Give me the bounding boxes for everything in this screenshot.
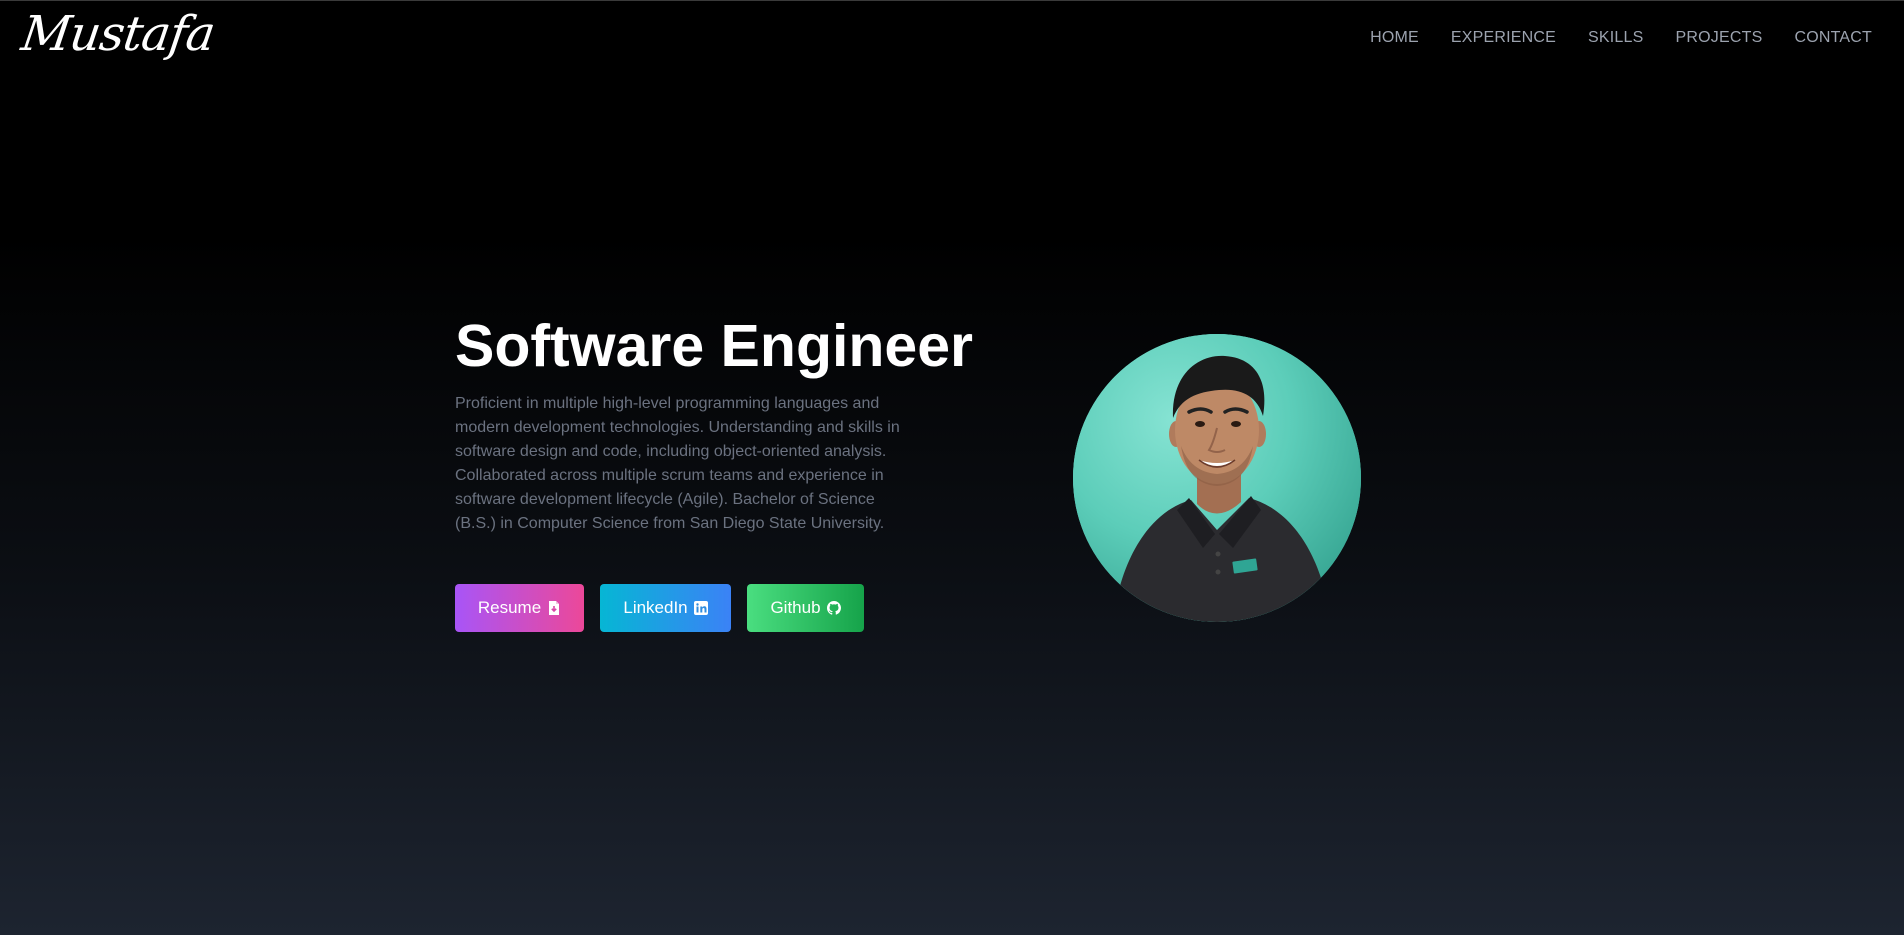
- resume-button[interactable]: Resume: [455, 584, 584, 632]
- profile-photo: [1073, 334, 1361, 622]
- top-border: [0, 0, 1904, 1]
- nav-projects-link[interactable]: PROJECTS: [1676, 29, 1763, 47]
- file-download-icon: [547, 601, 561, 615]
- site-logo[interactable]: Mustafa: [18, 6, 218, 62]
- hero-title: Software Engineer: [455, 313, 974, 379]
- hero-description: Proficient in multiple high-level progra…: [455, 395, 900, 532]
- github-button[interactable]: Github: [747, 584, 864, 632]
- nav-experience-link[interactable]: EXPERIENCE: [1451, 29, 1556, 47]
- linkedin-button-label: LinkedIn: [623, 598, 688, 617]
- nav-home-link[interactable]: HOME: [1370, 29, 1419, 47]
- profile-photo-illustration: [1073, 334, 1361, 622]
- main-nav: HOME EXPERIENCE SKILLS PROJECTS CONTACT: [1370, 29, 1872, 47]
- hero-buttons: Resume LinkedIn Github: [455, 584, 864, 632]
- github-icon: [826, 601, 841, 615]
- resume-button-label: Resume: [477, 598, 542, 617]
- nav-contact-link[interactable]: CONTACT: [1794, 29, 1872, 47]
- linkedin-button[interactable]: LinkedIn: [600, 584, 731, 632]
- linkedin-icon: [693, 601, 708, 615]
- github-button-label: Github: [770, 598, 821, 617]
- nav-skills-link[interactable]: SKILLS: [1588, 29, 1643, 47]
